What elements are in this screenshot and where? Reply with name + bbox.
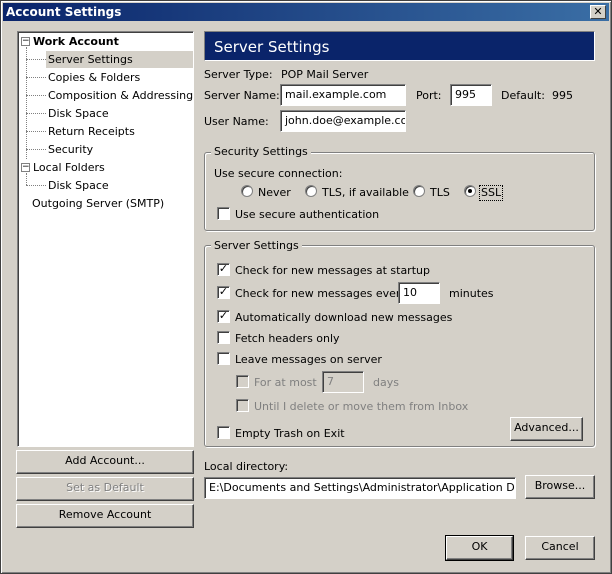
tree-connector [26, 113, 46, 114]
tree-connector [26, 59, 46, 60]
tree-connector [26, 77, 46, 78]
server-type-value: POP Mail Server [281, 68, 369, 81]
tree-item-disk-space[interactable]: Disk Space [48, 105, 109, 122]
radio-ssl-label[interactable]: SSL [478, 185, 504, 201]
add-account-button[interactable]: Add Account... [16, 450, 194, 474]
auto-download-label[interactable]: Automatically download new messages [235, 311, 452, 325]
tree-item-server-settings[interactable]: Server Settings [46, 51, 193, 68]
collapse-work-account-icon[interactable]: − [21, 37, 30, 46]
check-every-checkbox[interactable]: ✓ [217, 286, 230, 299]
tree-connector [26, 131, 46, 132]
days-label: days [373, 376, 399, 389]
radio-never-label[interactable]: Never [258, 186, 291, 200]
tree-connector [26, 149, 46, 150]
radio-tls[interactable] [413, 185, 425, 197]
tree-connector [26, 185, 46, 186]
server-type-label: Server Type: [204, 68, 273, 81]
radio-ssl[interactable] [464, 185, 476, 197]
leave-messages-label[interactable]: Leave messages on server [235, 353, 382, 367]
security-settings-title: Security Settings [211, 145, 311, 159]
for-at-most-label: For at most [254, 376, 317, 389]
tree-item-security[interactable]: Security [48, 141, 93, 158]
tree-item-composition-addressing[interactable]: Composition & Addressing [48, 87, 193, 104]
local-directory-field[interactable]: E:\Documents and Settings\Administrator\… [204, 477, 516, 499]
until-delete-checkbox[interactable] [236, 399, 249, 412]
account-settings-dialog: Account Settings ✕ − Work Account Server… [0, 0, 612, 574]
default-port-value: 995 [552, 89, 573, 102]
empty-trash-label[interactable]: Empty Trash on Exit [235, 427, 345, 441]
remove-account-button[interactable]: Remove Account [16, 504, 194, 528]
tree-item-work-account[interactable]: Work Account [33, 33, 119, 50]
title-bar: Account Settings ✕ [3, 3, 609, 21]
user-name-field[interactable]: john.doe@example.com [280, 110, 406, 132]
tree-connector [26, 95, 46, 96]
tree-connector [26, 47, 27, 159]
user-name-label: User Name: [204, 115, 269, 128]
radio-tls-label[interactable]: TLS [430, 186, 450, 200]
radio-tls-if-available-label[interactable]: TLS, if available [322, 186, 409, 200]
browse-button[interactable]: Browse... [525, 475, 595, 499]
tree-connector [26, 173, 27, 185]
radio-never[interactable] [241, 185, 253, 197]
set-as-default-button[interactable]: Set as Default [16, 477, 194, 501]
secure-auth-checkbox[interactable] [217, 207, 230, 220]
server-name-label: Server Name: [204, 89, 280, 102]
close-icon[interactable]: ✕ [590, 5, 606, 19]
check-every-label[interactable]: Check for new messages every [235, 287, 407, 301]
check-startup-checkbox[interactable]: ✓ [217, 263, 230, 276]
port-label: Port: [416, 89, 442, 102]
for-at-most-checkbox[interactable] [236, 375, 249, 388]
tree-item-copies-folders[interactable]: Copies & Folders [48, 69, 140, 86]
check-interval-field[interactable]: 10 [398, 282, 440, 304]
account-tree[interactable]: − Work Account Server Settings Copies & … [17, 31, 194, 447]
secure-auth-label[interactable]: Use secure authentication [235, 208, 379, 222]
radio-tls-if-available[interactable] [305, 185, 317, 197]
use-secure-connection-label: Use secure connection: [214, 167, 343, 180]
tree-item-local-disk-space[interactable]: Disk Space [48, 177, 109, 194]
window-title: Account Settings [6, 5, 122, 19]
check-startup-label[interactable]: Check for new messages at startup [235, 264, 430, 278]
advanced-button[interactable]: Advanced... [510, 417, 583, 441]
collapse-local-folders-icon[interactable]: − [21, 163, 30, 172]
minutes-label: minutes [449, 287, 494, 300]
leave-messages-checkbox[interactable] [217, 352, 230, 365]
fetch-headers-label[interactable]: Fetch headers only [235, 332, 340, 346]
panel-header: Server Settings [204, 31, 595, 61]
tree-item-return-receipts[interactable]: Return Receipts [48, 123, 135, 140]
tree-item-local-folders[interactable]: Local Folders [33, 159, 105, 176]
until-delete-label: Until I delete or move them from Inbox [254, 400, 469, 413]
local-directory-label: Local directory: [204, 460, 289, 473]
tree-item-outgoing-server[interactable]: Outgoing Server (SMTP) [32, 195, 164, 212]
server-settings-title: Server Settings [211, 239, 302, 253]
fetch-headers-checkbox[interactable] [217, 331, 230, 344]
port-field[interactable]: 995 [450, 84, 492, 106]
default-port-label: Default: [501, 89, 545, 102]
cancel-button[interactable]: Cancel [525, 536, 595, 560]
ok-button[interactable]: OK [445, 535, 514, 561]
days-field[interactable]: 7 [322, 371, 364, 393]
auto-download-checkbox[interactable]: ✓ [217, 310, 230, 323]
server-name-field[interactable]: mail.example.com [280, 84, 406, 106]
empty-trash-checkbox[interactable] [217, 426, 230, 439]
radio-selected-dot [468, 189, 472, 193]
